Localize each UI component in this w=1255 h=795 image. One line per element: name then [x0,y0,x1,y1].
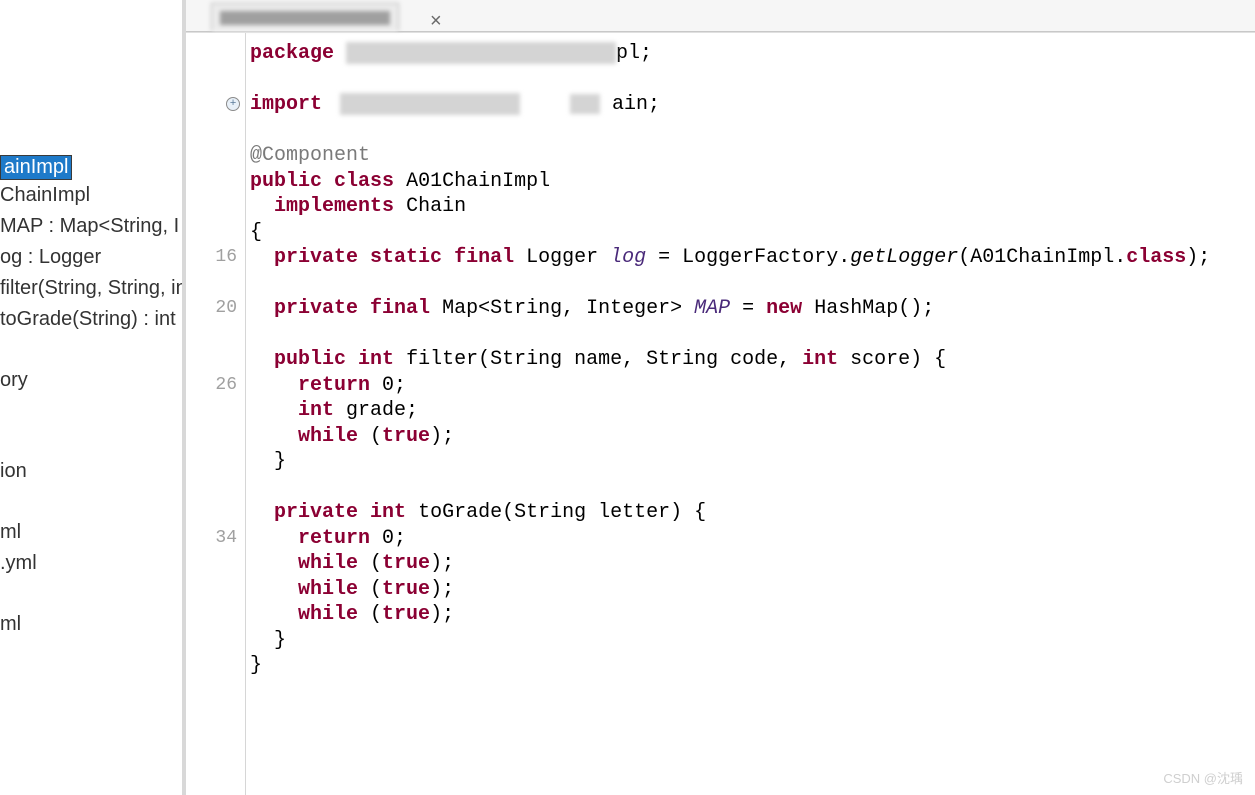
code-editor[interactable]: package pl; import ain; @Component publi… [246,33,1255,795]
outline-item-class[interactable]: ainImpl [0,155,72,180]
tab-bar [186,0,1255,32]
outline-item[interactable]: og : Logger [0,242,182,273]
outline-item[interactable]: .yml [0,548,182,579]
fold-expand-icon[interactable]: + [226,97,240,111]
redacted-text [346,42,616,64]
outline-item[interactable]: MAP : Map<String, I [0,211,182,242]
outline-sidebar: ainImpl ChainImpl MAP : Map<String, I og… [0,0,186,795]
watermark: CSDN @沈瑀 [1163,768,1243,787]
outline-item[interactable]: ion [0,456,182,487]
tab-label-redacted [220,11,390,25]
editor-main: × + 16 20 26 [186,0,1255,795]
outline-item[interactable]: ml [0,609,182,640]
line-number: 16 [186,245,245,271]
outline-item[interactable]: ory [0,365,182,396]
redacted-text [570,94,600,114]
line-number: 34 [186,526,245,552]
line-number: 20 [186,296,245,322]
outline-item[interactable]: filter(String, String, in [0,273,182,304]
outline-item[interactable]: toGrade(String) : int [0,304,182,335]
redacted-text [340,93,520,115]
line-number: 26 [186,373,245,399]
outline-item[interactable]: ml [0,517,182,548]
editor-area: + 16 20 26 34 package pl; i [186,32,1255,795]
editor-tab[interactable] [211,3,399,31]
outline-item[interactable]: ChainImpl [0,180,182,211]
close-icon[interactable]: × [430,10,442,33]
line-gutter: + 16 20 26 34 [186,33,246,795]
